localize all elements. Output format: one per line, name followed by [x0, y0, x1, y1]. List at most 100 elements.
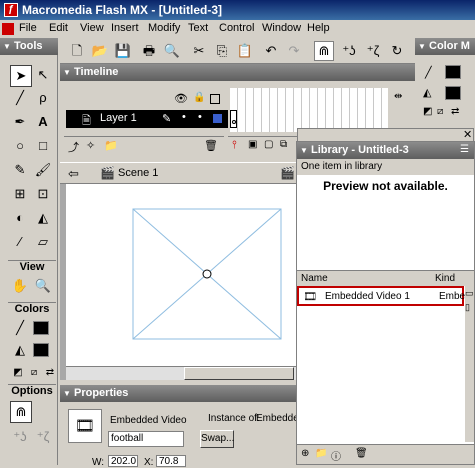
- onion-outlines-icon[interactable]: ▢: [264, 139, 273, 150]
- layer-outline-color[interactable]: [213, 114, 222, 123]
- rotate-icon[interactable]: ↻: [388, 42, 406, 60]
- timeline-options-icon[interactable]: ⇹: [394, 91, 402, 102]
- stroke-color-swatch[interactable]: [33, 321, 49, 335]
- keyframe-1[interactable]: [230, 110, 237, 128]
- straighten-icon[interactable]: ⁺ζ: [364, 42, 382, 60]
- flash-app-icon[interactable]: ƒ: [4, 3, 18, 17]
- mixer-default-colors-icon[interactable]: ◩: [423, 106, 432, 117]
- delete-layer-icon[interactable]: 🗑: [204, 139, 218, 152]
- fill-color-swatch[interactable]: [33, 343, 49, 357]
- onion-skin-icon[interactable]: ▣: [248, 139, 257, 150]
- smooth-icon[interactable]: ⁺ʖ: [340, 42, 358, 60]
- cut-icon[interactable]: ✂: [190, 42, 208, 60]
- properties-header[interactable]: Properties: [60, 385, 296, 402]
- zoom-tool-icon[interactable]: 🔍: [33, 276, 53, 296]
- text-tool-icon[interactable]: A: [33, 112, 53, 132]
- oval-tool-icon[interactable]: ○: [10, 136, 30, 156]
- stage-horizontal-scrollbar[interactable]: [66, 366, 296, 380]
- rectangle-tool-icon[interactable]: □: [33, 136, 53, 156]
- copy-icon[interactable]: ⎘: [213, 42, 231, 60]
- smooth-option-icon[interactable]: ⁺ʖ: [10, 427, 30, 447]
- mixer-swap-icon[interactable]: ⇄: [451, 106, 459, 117]
- new-symbol-icon[interactable]: ⊕: [301, 448, 309, 459]
- paste-icon[interactable]: 📋: [236, 42, 254, 60]
- mixer-stroke-icon: ╱: [425, 67, 432, 79]
- menu-window[interactable]: Window: [262, 22, 301, 34]
- menu-control[interactable]: Control: [219, 22, 254, 34]
- close-icon[interactable]: ✕: [463, 128, 472, 141]
- line-tool-icon[interactable]: ╱: [10, 88, 30, 108]
- swap-button[interactable]: Swap...: [200, 430, 234, 448]
- fill-transform-tool-icon[interactable]: ⊡: [33, 184, 53, 204]
- insert-layer-icon[interactable]: ⤴: [68, 139, 79, 155]
- scrollbar-thumb[interactable]: [184, 367, 294, 380]
- library-item-row[interactable]: 🎞 Embedded Video 1 Embe: [297, 286, 465, 306]
- color-mixer-header[interactable]: Color M: [415, 38, 475, 55]
- instance-name-field[interactable]: football: [108, 431, 184, 447]
- library-options-icon[interactable]: ☰: [460, 144, 469, 155]
- save-icon[interactable]: 💾: [114, 42, 132, 60]
- menu-file[interactable]: File: [19, 22, 37, 34]
- new-folder-icon[interactable]: 📁: [315, 448, 327, 459]
- snap-option-icon[interactable]: ⋒: [10, 401, 32, 423]
- snap-magnet-icon[interactable]: ⋒: [314, 41, 334, 61]
- width-field[interactable]: 202.0: [108, 455, 138, 467]
- layer-row[interactable]: 🗎 Layer 1 ✎ • •: [66, 110, 228, 128]
- pen-tool-icon[interactable]: ✒: [10, 112, 30, 132]
- x-field[interactable]: 70.8: [156, 455, 186, 467]
- layer-visibility-dot[interactable]: •: [182, 111, 186, 123]
- print-preview-icon[interactable]: 🔍: [163, 42, 181, 60]
- embedded-video-placeholder[interactable]: [66, 184, 296, 380]
- edit-scene-icon[interactable]: 🎬: [280, 166, 295, 180]
- mixer-stroke-swatch[interactable]: [445, 65, 461, 79]
- library-delete-icon[interactable]: 🗑: [355, 448, 368, 459]
- timeline-header[interactable]: Timeline: [60, 64, 415, 81]
- timeline-frame-grid[interactable]: [230, 88, 388, 132]
- document-icon[interactable]: [2, 23, 14, 35]
- arrow-tool-icon[interactable]: ➤: [10, 65, 32, 87]
- lock-icon[interactable]: 🔒: [193, 92, 205, 103]
- scene-label[interactable]: Scene 1: [118, 167, 158, 179]
- new-file-icon[interactable]: 🗋: [68, 42, 86, 60]
- layer-lock-dot[interactable]: •: [198, 111, 202, 123]
- add-guide-layer-icon[interactable]: ✧: [86, 139, 95, 152]
- column-kind-header[interactable]: Kind: [435, 273, 455, 284]
- open-folder-icon[interactable]: 📂: [91, 42, 109, 60]
- center-frame-icon[interactable]: ⫯: [232, 139, 237, 152]
- back-arrow-icon[interactable]: ⇦: [68, 166, 79, 182]
- outline-icon[interactable]: [210, 94, 220, 104]
- wide-view-icon[interactable]: ▭: [465, 288, 474, 299]
- eyedropper-tool-icon[interactable]: ⁄: [10, 232, 30, 252]
- mixer-fill-swatch[interactable]: [445, 86, 461, 100]
- menu-edit[interactable]: Edit: [49, 22, 68, 34]
- print-icon[interactable]: 🖶: [140, 42, 158, 60]
- hand-tool-icon[interactable]: ✋: [10, 276, 30, 296]
- redo-icon[interactable]: ↷: [285, 42, 303, 60]
- menu-view[interactable]: View: [80, 22, 104, 34]
- menu-help[interactable]: Help: [307, 22, 330, 34]
- undo-icon[interactable]: ↶: [262, 42, 280, 60]
- properties-icon[interactable]: ⓘ: [331, 448, 341, 463]
- tools-header[interactable]: Tools: [0, 38, 58, 55]
- mixer-no-color-icon[interactable]: ⧄: [437, 106, 443, 117]
- straighten-option-icon[interactable]: ⁺ζ: [33, 427, 53, 447]
- menu-modify[interactable]: Modify: [148, 22, 180, 34]
- swap-colors-icon[interactable]: ⇄: [40, 363, 60, 383]
- edit-multiple-frames-icon[interactable]: ⧉: [280, 139, 287, 150]
- menu-text[interactable]: Text: [188, 22, 208, 34]
- insert-folder-icon[interactable]: 📁: [104, 139, 118, 152]
- column-name-header[interactable]: Name: [301, 273, 328, 284]
- menu-insert[interactable]: Insert: [111, 22, 139, 34]
- subselect-tool-icon[interactable]: ↖: [33, 65, 53, 85]
- eye-icon[interactable]: 👁: [174, 92, 188, 105]
- eraser-tool-icon[interactable]: ▱: [33, 232, 53, 252]
- ink-bottle-tool-icon[interactable]: ◐: [10, 208, 30, 228]
- stage[interactable]: [66, 184, 296, 380]
- narrow-view-icon[interactable]: ▯: [465, 302, 470, 313]
- lasso-tool-icon[interactable]: ρ: [33, 88, 53, 108]
- paint-bucket-tool-icon[interactable]: ◭: [33, 208, 53, 228]
- library-header[interactable]: Library - Untitled-3: [297, 142, 474, 159]
- brush-tool-icon[interactable]: 🖌: [33, 160, 53, 180]
- pencil-tool-icon[interactable]: ✎: [10, 160, 30, 180]
- free-transform-tool-icon[interactable]: ⊞: [10, 184, 30, 204]
